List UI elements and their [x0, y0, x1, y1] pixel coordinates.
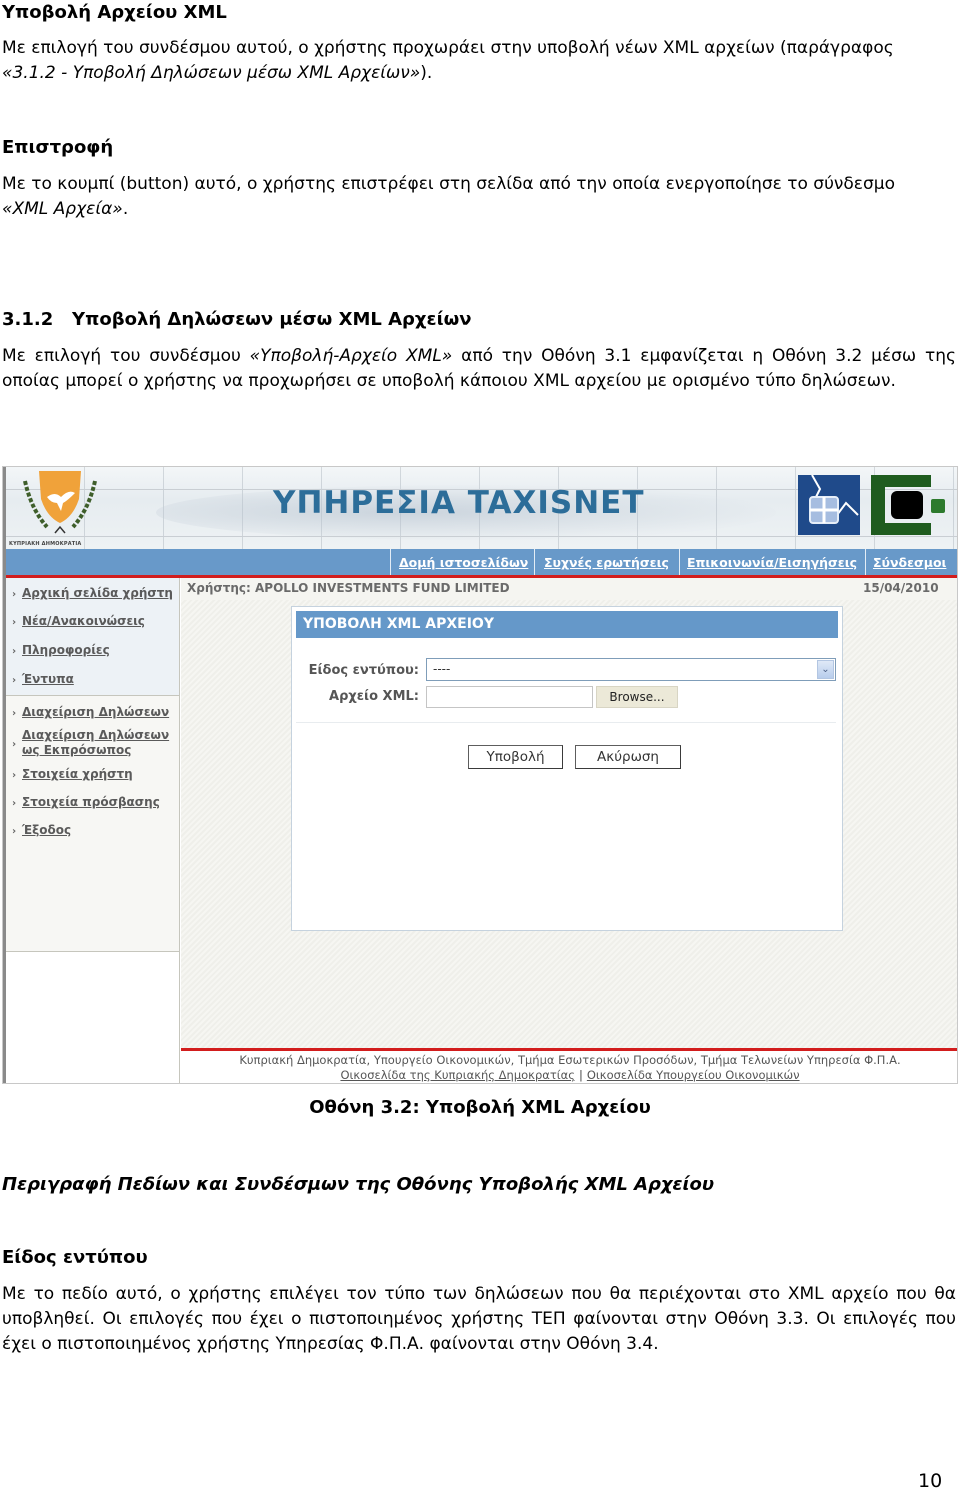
nav-contact[interactable]: Επικοινωνία/Εισηγήσεις	[687, 555, 857, 570]
current-user: Χρήστης: APOLLO INVESTMENTS FUND LIMITED	[187, 581, 510, 595]
nav-separator	[390, 549, 391, 575]
crest-label: ΚΥΠΡΙΑΚΗ ΔΗΜΟΚΡΑΤΙΑ	[9, 541, 82, 547]
sidebar-item-manage-declarations[interactable]: › Διαχείριση Δηλώσεων	[12, 705, 169, 721]
sidebar-item-user-details[interactable]: › Στοιχεία χρήστη	[12, 767, 133, 783]
cyprus-crest-icon	[23, 471, 97, 534]
subsection-heading: 3.1.2 Υποβολή Δηλώσεων μέσω XML Αρχείων	[2, 309, 472, 330]
field-heading-form-type: Είδος εντύπου	[2, 1247, 148, 1268]
site-title: ΥΠΗΡΕΣΙΑ TAXISNET	[273, 485, 645, 521]
section-heading-return: Επιστροφή	[2, 137, 114, 158]
footer-link-cyprus-gov[interactable]: Οικοσελίδα της Κυπριακής Δημοκρατίας	[340, 1068, 575, 1082]
footer-links: Οικοσελίδα της Κυπριακής Δημοκρατίας | Οικ…	[181, 1068, 957, 1082]
body-start: Με επιλογή του συνδέσμου	[2, 346, 250, 366]
chevron-right-icon: ›	[12, 675, 17, 686]
sidebar-item-manage-declarations-representative[interactable]: ›Διαχείριση Δηλώσεων ως Εκπρόσωπος	[12, 728, 169, 758]
form-type-select[interactable]: ---- ⌄	[426, 658, 836, 681]
chevron-down-icon[interactable]: ⌄	[817, 660, 834, 679]
chevron-right-icon: ›	[12, 770, 17, 781]
sidebar-item-forms[interactable]: › Έντυπα	[12, 672, 74, 688]
body-text: Με επιλογή του συνδέσμου αυτού, ο χρήστη…	[2, 38, 894, 58]
browse-button[interactable]: Browse...	[596, 686, 678, 708]
screenshot-taxisnet-xml-upload: ΚΥΠΡΙΑΚΗ ΔΗΜΟΚΡΑΤΙΑ ΥΠΗΡΕΣΙΑ TAXISNET Δο…	[2, 466, 958, 1084]
subsection-body: Με επιλογή του συνδέσμου «Υποβολή-Αρχείο…	[2, 344, 956, 394]
chevron-right-icon: ›	[12, 798, 17, 809]
form-type-value: ----	[433, 662, 451, 676]
xml-file-label: Αρχείο XML:	[329, 689, 419, 704]
fields-description-heading: Περιγραφή Πεδίων και Συνδέσμων της Οθόνη…	[2, 1174, 715, 1195]
chevron-right-icon: ›	[12, 708, 17, 719]
field-body-form-type: Με το πεδίο αυτό, ο χρήστης επιλέγει τον…	[2, 1284, 956, 1354]
nav-separator	[534, 549, 535, 575]
page-number: 10	[918, 1470, 943, 1492]
footer-link-ministry-finance[interactable]: Οικοσελίδα Υπουργείου Οικονομικών	[587, 1068, 800, 1082]
submit-button[interactable]: Υποβολή	[468, 745, 563, 769]
body-end: ).	[420, 63, 433, 83]
nav-site-map[interactable]: Δομή ιστοσελίδων	[399, 555, 528, 570]
sidebar-item-info[interactable]: › Πληροφορίες	[12, 643, 110, 659]
section-body-xml-upload: Με επιλογή του συνδέσμου αυτού, ο χρήστη…	[2, 36, 956, 86]
footer-separator: |	[578, 1068, 583, 1082]
nav-faq[interactable]: Συχνές ερωτήσεις	[544, 555, 669, 570]
chevron-right-icon: ›	[12, 646, 17, 657]
nav-separator	[865, 549, 866, 575]
cancel-button[interactable]: Ακύρωση	[575, 745, 681, 769]
section-body-return: Με το κουμπί (button) αυτό, ο χρήστης επ…	[2, 172, 956, 222]
current-date: 15/04/2010	[863, 581, 939, 595]
panel-title: ΥΠΟΒΟΛΗ XML ΑΡΧΕΙΟΥ	[303, 616, 494, 632]
nav-separator	[679, 549, 680, 575]
figure-caption: Οθόνη 3.2: Υποβολή XML Αρχείου	[309, 1097, 651, 1118]
xml-upload-panel	[291, 606, 843, 931]
panel-divider	[296, 722, 836, 723]
sidebar-item-access-details[interactable]: › Στοιχεία πρόσβασης	[12, 795, 160, 811]
sidebar-item-home[interactable]: › Αρχική σελίδα χρήστη	[12, 586, 173, 602]
taxisnet-green-logo-icon	[871, 475, 945, 535]
chevron-right-icon: ›	[12, 589, 17, 600]
section-heading-xml-upload: Υποβολή Αρχείου XML	[2, 2, 227, 23]
xml-file-input[interactable]	[426, 686, 593, 708]
section-reference: «3.1.2 - Υποβολή Δηλώσεων μέσω XML Αρχεί…	[2, 63, 421, 83]
chevron-right-icon: ›	[12, 617, 17, 628]
form-type-label: Είδος εντύπου:	[308, 663, 419, 678]
link-reference: «Υποβολή-Αρχείο XML»	[249, 346, 453, 366]
footer-credits: Κυπριακή Δημοκρατία, Υπουργείο Οικονομικ…	[239, 1053, 901, 1067]
sidebar-item-logout[interactable]: › Έξοδος	[12, 823, 71, 839]
taxisnet-blue-logo-icon	[798, 475, 860, 535]
body-text: Με το κουμπί (button) αυτό, ο χρήστης επ…	[2, 174, 895, 194]
link-reference: «XML Αρχεία»	[2, 199, 123, 219]
sidebar-item-news[interactable]: › Νέα/Ανακοινώσεις	[12, 614, 145, 630]
nav-links[interactable]: Σύνδεσμοι	[873, 555, 946, 570]
chevron-right-icon: ›	[12, 739, 17, 750]
body-end: .	[122, 199, 129, 219]
chevron-right-icon: ›	[12, 826, 17, 837]
